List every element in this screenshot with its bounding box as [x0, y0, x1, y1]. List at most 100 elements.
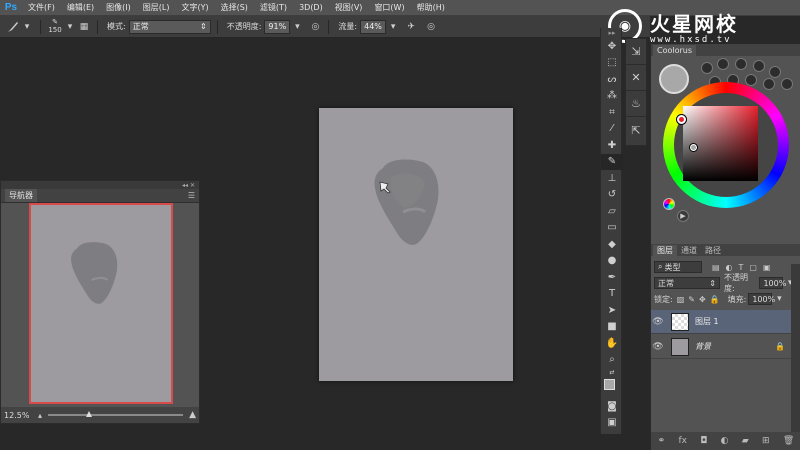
color-mode-icon[interactable]: [663, 198, 675, 210]
menu-image[interactable]: 图像(I): [100, 0, 137, 16]
mask-icon[interactable]: ◘: [700, 436, 707, 446]
navigator-thumbnail[interactable]: [29, 203, 173, 404]
eye-icon[interactable]: 👁: [651, 317, 665, 327]
fill-input[interactable]: 100%: [748, 293, 775, 305]
menu-view[interactable]: 视图(V): [329, 0, 369, 16]
eraser-tool-icon[interactable]: ▱: [601, 203, 623, 220]
chevron-down-icon[interactable]: ▾: [386, 20, 400, 34]
color-swatches[interactable]: [601, 376, 623, 398]
layer-filter-icons[interactable]: ▤◐T▢▣: [712, 263, 777, 272]
layers-scrollbar[interactable]: [791, 264, 800, 432]
move-tool-icon[interactable]: ✥: [601, 38, 623, 55]
zoom-level[interactable]: 12.5%: [4, 411, 38, 420]
panel-menu-icon[interactable]: ☰: [188, 191, 195, 200]
quick-mask-icon[interactable]: ◙: [601, 398, 623, 415]
menu-edit[interactable]: 编辑(E): [61, 0, 100, 16]
pressure-opacity-icon[interactable]: ◎: [308, 20, 322, 34]
menu-3d[interactable]: 3D(D): [293, 0, 329, 16]
screen-mode-icon[interactable]: ▣: [601, 415, 623, 432]
folder-icon[interactable]: ▰: [742, 436, 749, 446]
flow-input[interactable]: 44%: [360, 19, 387, 34]
crop-tool-icon[interactable]: ⌗: [601, 104, 623, 121]
fx-icon[interactable]: fx: [678, 436, 687, 446]
zoom-out-icon[interactable]: ▴: [38, 411, 42, 420]
layer-name[interactable]: 背景: [695, 341, 711, 352]
mode-icon[interactable]: [763, 78, 775, 90]
menu-type[interactable]: 文字(Y): [175, 0, 214, 16]
toolbox-collapse-icon[interactable]: ▸▸: [601, 28, 623, 38]
tab-coolorus[interactable]: Coolorus: [653, 44, 697, 56]
link-icon[interactable]: ⚭: [658, 436, 666, 446]
marquee-tool-icon[interactable]: ⬚: [601, 55, 623, 72]
pressure-size-icon[interactable]: ◎: [424, 20, 438, 34]
zoom-in-icon[interactable]: ▲: [189, 410, 196, 420]
brush-tool-icon[interactable]: [6, 20, 20, 34]
chevron-down-icon[interactable]: ▾: [63, 20, 77, 34]
mode-icon[interactable]: [745, 74, 757, 86]
gradient-tool-icon[interactable]: ▭: [601, 220, 623, 237]
lasso-tool-icon[interactable]: ᔕ: [601, 71, 623, 88]
menu-file[interactable]: 文件(F): [22, 0, 61, 16]
adjustment-icon[interactable]: ◐: [721, 436, 729, 446]
shape-tool-icon[interactable]: ■: [601, 319, 623, 336]
airbrush-icon[interactable]: ✈: [404, 20, 418, 34]
mode-icon[interactable]: [701, 62, 713, 74]
type-tool-icon[interactable]: T: [601, 286, 623, 303]
history-panel-icon[interactable]: ⇲: [626, 39, 646, 65]
eye-icon[interactable]: 👁: [651, 342, 665, 352]
layer-name[interactable]: 图层 1: [695, 316, 719, 327]
trash-icon[interactable]: 🗑: [783, 436, 794, 446]
play-icon[interactable]: ▶: [677, 210, 689, 222]
blend-mode-select[interactable]: 正常 ⇕: [654, 277, 720, 289]
eyedropper-tool-icon[interactable]: ⁄: [601, 121, 623, 138]
adjustments-icon[interactable]: ⇱: [626, 117, 646, 143]
current-color-swatch[interactable]: [659, 64, 689, 94]
layer-row-1[interactable]: 👁 图层 1: [651, 310, 791, 334]
swap-colors-icon[interactable]: ⇄: [601, 368, 623, 376]
mode-icon[interactable]: [717, 58, 729, 70]
new-layer-icon[interactable]: ⊞: [762, 436, 770, 446]
menu-help[interactable]: 帮助(H): [411, 0, 451, 16]
zoom-tool-icon[interactable]: ⌕: [601, 352, 623, 369]
hue-marker[interactable]: [677, 115, 686, 124]
layer-filter-select[interactable]: ⌕ 类型: [654, 261, 702, 273]
menu-window[interactable]: 窗口(W): [368, 0, 410, 16]
lock-icons[interactable]: ▨✎✥🔒: [677, 295, 724, 304]
dodge-tool-icon[interactable]: ●: [601, 253, 623, 270]
magic-wand-tool-icon[interactable]: ⁂: [601, 88, 623, 105]
mode-icon[interactable]: [781, 78, 793, 90]
brush-panel-icon[interactable]: ▦: [77, 20, 91, 34]
zoom-slider-handle[interactable]: [86, 411, 93, 417]
mode-icon[interactable]: [769, 66, 781, 78]
chevron-down-icon[interactable]: ▾: [772, 292, 786, 306]
chevron-down-icon[interactable]: ▾: [20, 20, 34, 34]
layer-opacity-input[interactable]: 100%: [759, 277, 786, 289]
brush-tool-icon[interactable]: ✎: [601, 153, 623, 170]
document-canvas[interactable]: [319, 108, 513, 381]
healing-brush-tool-icon[interactable]: ✚: [601, 137, 623, 154]
pen-tool-icon[interactable]: ✒: [601, 269, 623, 286]
clone-stamp-tool-icon[interactable]: ⊥: [601, 170, 623, 187]
menu-filter[interactable]: 滤镜(T): [254, 0, 293, 16]
tool-presets-icon[interactable]: ✕: [626, 65, 646, 91]
mode-select[interactable]: 正常 ⇕: [128, 19, 211, 34]
collapse-icon[interactable]: ◂◂ ✕: [182, 182, 195, 189]
mode-icon[interactable]: [753, 60, 765, 72]
layer-row-background[interactable]: 👁 背景 🔒: [651, 335, 791, 359]
tab-navigator[interactable]: 导航器: [5, 189, 37, 202]
foreground-color[interactable]: [604, 379, 615, 390]
menu-layer[interactable]: 图层(L): [137, 0, 176, 16]
tab-channels[interactable]: 通道: [677, 245, 701, 256]
mode-icon[interactable]: [735, 58, 747, 70]
color-marker[interactable]: [690, 144, 697, 151]
hand-tool-icon[interactable]: ✋: [601, 335, 623, 352]
zoom-slider[interactable]: [48, 411, 184, 417]
blur-tool-icon[interactable]: ◆: [601, 236, 623, 253]
tab-layers[interactable]: 图层: [653, 244, 677, 256]
path-selection-tool-icon[interactable]: ➤: [601, 302, 623, 319]
menu-select[interactable]: 选择(S): [215, 0, 254, 16]
chevron-down-icon[interactable]: ▾: [290, 20, 304, 34]
brush-presets-icon[interactable]: ♨: [626, 91, 646, 117]
brush-preset-picker[interactable]: ✎ 150: [47, 19, 63, 35]
opacity-input[interactable]: 91%: [264, 19, 291, 34]
